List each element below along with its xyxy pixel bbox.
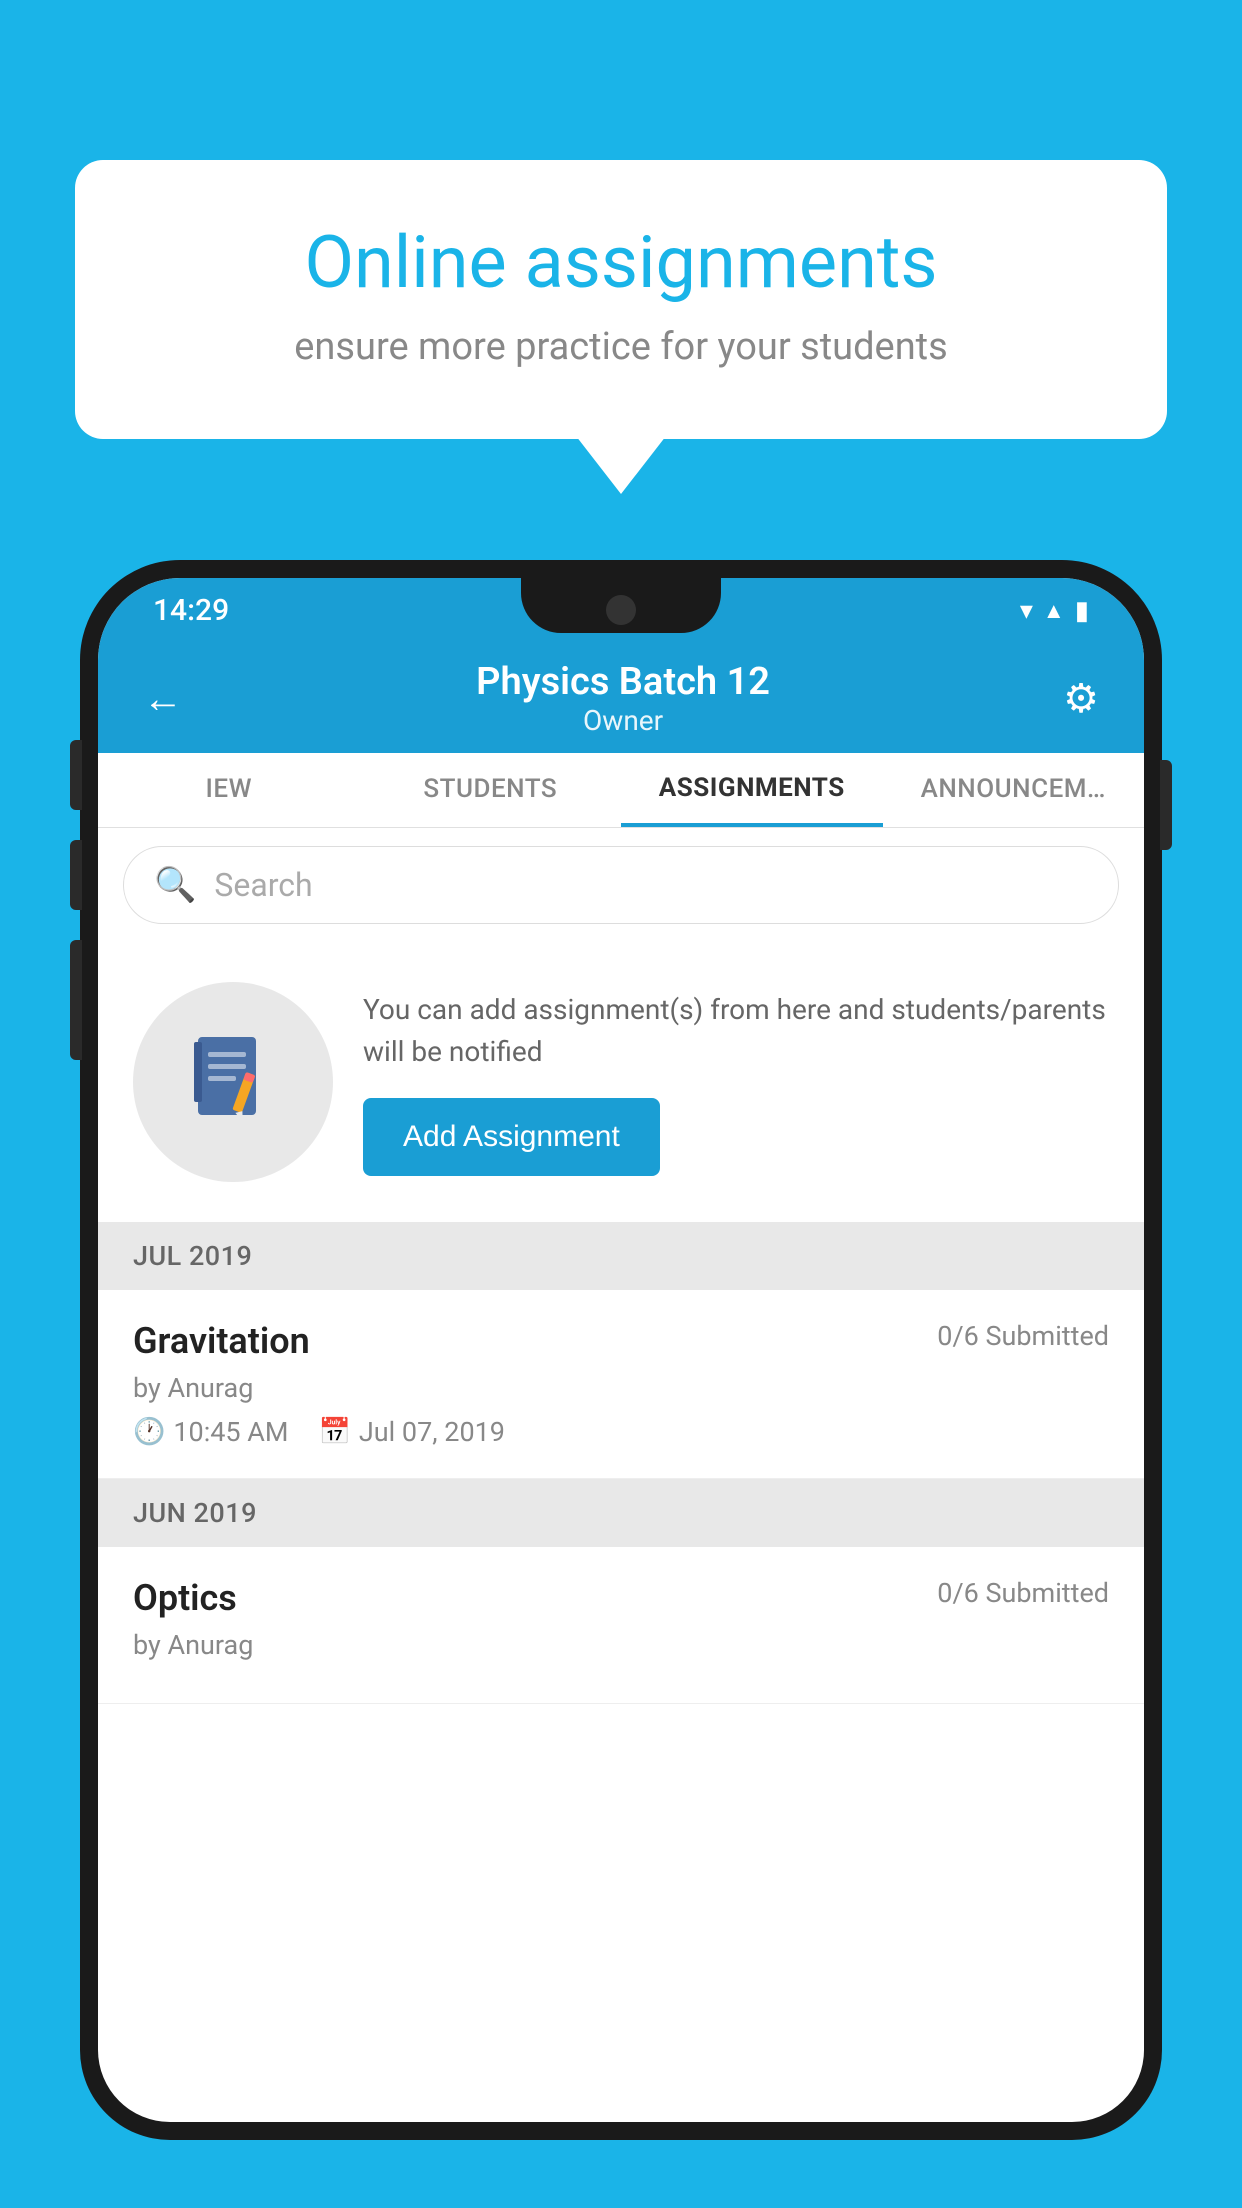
search-container: 🔍 Search xyxy=(98,828,1144,942)
status-icons: ▾ ▲ ▮ xyxy=(1020,596,1089,626)
speech-bubble: Online assignments ensure more practice … xyxy=(75,160,1167,439)
section-header-jun: JUN 2019 xyxy=(98,1479,1144,1547)
tabs-bar: IEW STUDENTS ASSIGNMENTS ANNOUNCEM… xyxy=(98,753,1144,828)
assignment-meta: 🕐 10:45 AM 📅 Jul 07, 2019 xyxy=(133,1416,1109,1448)
tab-iew[interactable]: IEW xyxy=(98,753,360,827)
notebook-icon xyxy=(188,1032,278,1132)
phone-notch xyxy=(521,578,721,633)
assignment-by-optics: by Anurag xyxy=(133,1629,1109,1661)
assignment-submitted-optics: 0/6 Submitted xyxy=(937,1577,1109,1609)
battery-icon: ▮ xyxy=(1075,596,1089,626)
app-bar-title: Physics Batch 12 xyxy=(476,660,770,704)
speech-bubble-subtitle: ensure more practice for your students xyxy=(145,325,1097,369)
search-input[interactable]: Search xyxy=(214,866,312,904)
app-bar: ← Physics Batch 12 Owner ⚙ xyxy=(98,643,1144,753)
tab-announcements[interactable]: ANNOUNCEM… xyxy=(883,753,1145,827)
app-bar-subtitle: Owner xyxy=(476,704,770,737)
status-time: 14:29 xyxy=(153,593,229,628)
assignment-submitted: 0/6 Submitted xyxy=(937,1320,1109,1352)
tab-students[interactable]: STUDENTS xyxy=(360,753,622,827)
search-box[interactable]: 🔍 Search xyxy=(123,846,1119,924)
assignment-name-optics: Optics xyxy=(133,1577,237,1619)
promo-text: You can add assignment(s) from here and … xyxy=(363,989,1109,1176)
add-assignment-button[interactable]: Add Assignment xyxy=(363,1098,660,1176)
assignment-item-optics[interactable]: Optics 0/6 Submitted by Anurag xyxy=(98,1547,1144,1704)
phone-power-button xyxy=(1160,760,1172,850)
calendar-icon: 📅 xyxy=(319,1417,351,1447)
section-header-jul: JUL 2019 xyxy=(98,1222,1144,1290)
assignment-by: by Anurag xyxy=(133,1372,1109,1404)
wifi-icon: ▾ xyxy=(1020,596,1033,626)
phone-camera-button xyxy=(70,940,82,1060)
promo-card: You can add assignment(s) from here and … xyxy=(98,942,1144,1222)
promo-description: You can add assignment(s) from here and … xyxy=(363,989,1109,1073)
phone: 14:29 ▾ ▲ ▮ ← Physics Batch 12 Owner ⚙ xyxy=(80,560,1162,2208)
settings-icon[interactable]: ⚙ xyxy=(1063,675,1099,722)
clock-icon: 🕐 xyxy=(133,1417,165,1447)
back-button[interactable]: ← xyxy=(143,675,183,722)
tab-assignments[interactable]: ASSIGNMENTS xyxy=(621,753,883,827)
phone-vol-up-button xyxy=(70,740,82,810)
promo-icon-circle xyxy=(133,982,333,1182)
search-icon: 🔍 xyxy=(154,865,196,905)
assignment-name: Gravitation xyxy=(133,1320,310,1362)
speech-bubble-arrow xyxy=(576,436,666,494)
signal-icon: ▲ xyxy=(1043,598,1065,624)
main-content: 🔍 Search xyxy=(98,828,1144,1704)
assignment-item-gravitation[interactable]: Gravitation 0/6 Submitted by Anurag 🕐 10… xyxy=(98,1290,1144,1479)
phone-vol-down-button xyxy=(70,840,82,910)
assignment-time: 10:45 AM xyxy=(173,1416,288,1448)
assignment-date: Jul 07, 2019 xyxy=(359,1416,505,1448)
speech-bubble-title: Online assignments xyxy=(145,220,1097,305)
